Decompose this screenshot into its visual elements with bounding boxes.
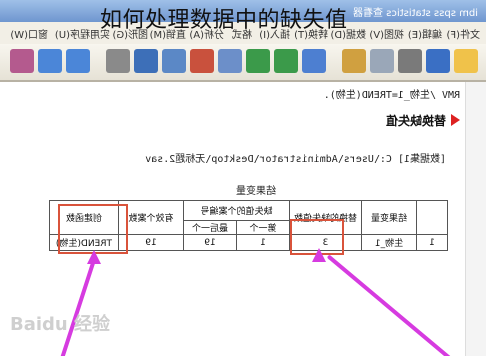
- goto-data-icon[interactable]: [218, 49, 242, 73]
- menu-edit[interactable]: 编辑(E): [408, 26, 442, 41]
- arrow-left-icon[interactable]: [66, 49, 90, 73]
- outline-strip: [465, 82, 486, 356]
- table-cell: 19: [183, 234, 237, 251]
- pointer-arrowhead-icon: [312, 248, 326, 262]
- menu-file[interactable]: 文件(F): [446, 26, 480, 41]
- table-cell: 1: [416, 234, 448, 251]
- pointer-arrow: [58, 259, 96, 356]
- window-title: ibm spss statistics 查看器: [353, 8, 478, 19]
- syntax-line: RMV /生物_1=TREND(生物).: [323, 90, 460, 101]
- menu-view[interactable]: 视图(V): [369, 26, 404, 41]
- recall-icon[interactable]: [302, 49, 326, 73]
- table-cell: 19: [118, 234, 184, 251]
- save-icon[interactable]: [426, 49, 450, 73]
- new-title-icon[interactable]: [106, 49, 130, 73]
- table-header: 有效个案数: [118, 200, 184, 235]
- pointer-arrow: [326, 254, 460, 356]
- arrow-right-icon[interactable]: [38, 49, 62, 73]
- table-subheader: 最后一个: [183, 220, 237, 235]
- table-header: [416, 200, 448, 235]
- function-highlight: [58, 204, 128, 254]
- table-cell: 1: [236, 234, 290, 251]
- redo-icon[interactable]: [246, 49, 270, 73]
- dataset-line: [数据集1] C:\Users\Administrator\Desktop\无标…: [145, 154, 446, 165]
- menu-window[interactable]: 窗口(W): [10, 26, 48, 41]
- section-arrow-icon: [451, 114, 460, 126]
- insert-output-icon[interactable]: [134, 49, 158, 73]
- table-subheader: 第一个: [236, 220, 290, 235]
- print-icon[interactable]: [398, 49, 422, 73]
- section-heading: 替换缺失值: [385, 114, 446, 128]
- table-cell: 生物_1: [361, 234, 417, 251]
- table-caption: 结果变量: [236, 186, 276, 197]
- open-icon[interactable]: [454, 49, 478, 73]
- table-header: 结果变量: [361, 200, 417, 235]
- table-header: 缺失值的个案编号: [183, 200, 290, 221]
- goto-case-icon[interactable]: [190, 49, 214, 73]
- variables-icon[interactable]: [162, 49, 186, 73]
- pointer-arrowhead-icon: [87, 250, 101, 264]
- grid-icon[interactable]: [10, 49, 34, 73]
- overlay-title: 如何处理数据中的缺失值: [100, 8, 348, 33]
- undo-icon[interactable]: [274, 49, 298, 73]
- watermark: Baidu 经验: [10, 314, 111, 335]
- preview-icon[interactable]: [370, 49, 394, 73]
- export-icon[interactable]: [342, 49, 366, 73]
